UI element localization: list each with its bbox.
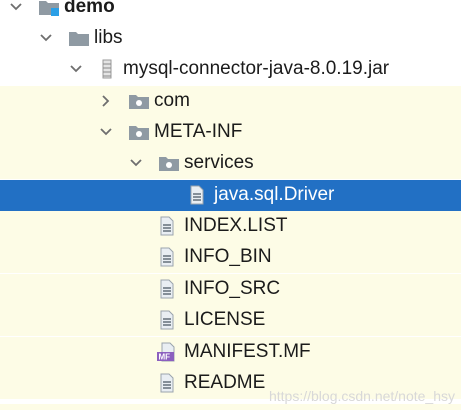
- tree-node-label: MANIFEST.MF: [184, 341, 311, 362]
- tree-node-label: INDEX.LIST: [184, 215, 288, 236]
- tree-node-label: mysql-connector-java-8.0.19.jar: [123, 58, 390, 79]
- tree-node-label: META-INF: [154, 121, 243, 142]
- manifest-file-icon: MF: [157, 342, 175, 362]
- folder-icon: [69, 32, 89, 46]
- project-folder-icon: [39, 1, 59, 16]
- tree-node-label: LICENSE: [184, 309, 266, 330]
- chevron-down-icon[interactable]: [38, 30, 54, 46]
- tree-node-label: com: [154, 90, 190, 111]
- text-file-icon: [190, 185, 204, 205]
- watermark: https://blog.csdn.net/note_hsy: [268, 388, 455, 404]
- tree-node-label: INFO_BIN: [184, 246, 272, 267]
- manifest-badge-text: MF: [159, 353, 171, 362]
- text-file-icon: [160, 216, 174, 236]
- tree-node-libs[interactable]: libs: [0, 23, 461, 54]
- tree-node-manifest[interactable]: MF MANIFEST.MF: [0, 337, 461, 368]
- tree-node-info-bin[interactable]: INFO_BIN: [0, 242, 461, 273]
- tree-node-label: demo: [64, 0, 115, 17]
- tree-node-meta-inf[interactable]: META-INF: [0, 117, 461, 148]
- tree-node-index-list[interactable]: INDEX.LIST: [0, 211, 461, 242]
- tree-node-demo[interactable]: demo: [0, 0, 461, 23]
- text-file-icon: [160, 247, 174, 267]
- tree-node-services[interactable]: services: [0, 148, 461, 179]
- tree-node-label: README: [184, 372, 266, 393]
- project-tree: demo libs mysql-connector-java-8.0.19.ja…: [0, 0, 461, 410]
- package-folder-icon: [159, 157, 179, 171]
- tree-node-label: INFO_SRC: [184, 278, 281, 299]
- chevron-down-icon[interactable]: [8, 0, 24, 15]
- text-file-icon: [160, 373, 174, 393]
- text-file-icon: [160, 310, 174, 330]
- text-file-icon: [160, 279, 174, 299]
- tree-node-license[interactable]: LICENSE: [0, 305, 461, 336]
- tree-node-label: libs: [94, 27, 123, 48]
- tree-node-java-sql-driver[interactable]: java.sql.Driver: [0, 180, 461, 211]
- chevron-down-icon[interactable]: [98, 124, 114, 140]
- chevron-down-icon[interactable]: [128, 155, 144, 171]
- chevron-right-icon[interactable]: [98, 93, 114, 109]
- package-folder-icon: [129, 126, 149, 140]
- tree-node-label: services: [184, 152, 254, 173]
- chevron-down-icon[interactable]: [68, 61, 84, 77]
- tree-node-label: java.sql.Driver: [214, 184, 335, 205]
- tree-node-com[interactable]: com: [0, 86, 461, 117]
- tree-node-jar[interactable]: mysql-connector-java-8.0.19.jar: [0, 54, 461, 85]
- package-folder-icon: [129, 95, 149, 109]
- tree-bottom-strip: [0, 404, 461, 410]
- tree-node-info-src[interactable]: INFO_SRC: [0, 274, 461, 305]
- jar-icon: [102, 59, 112, 79]
